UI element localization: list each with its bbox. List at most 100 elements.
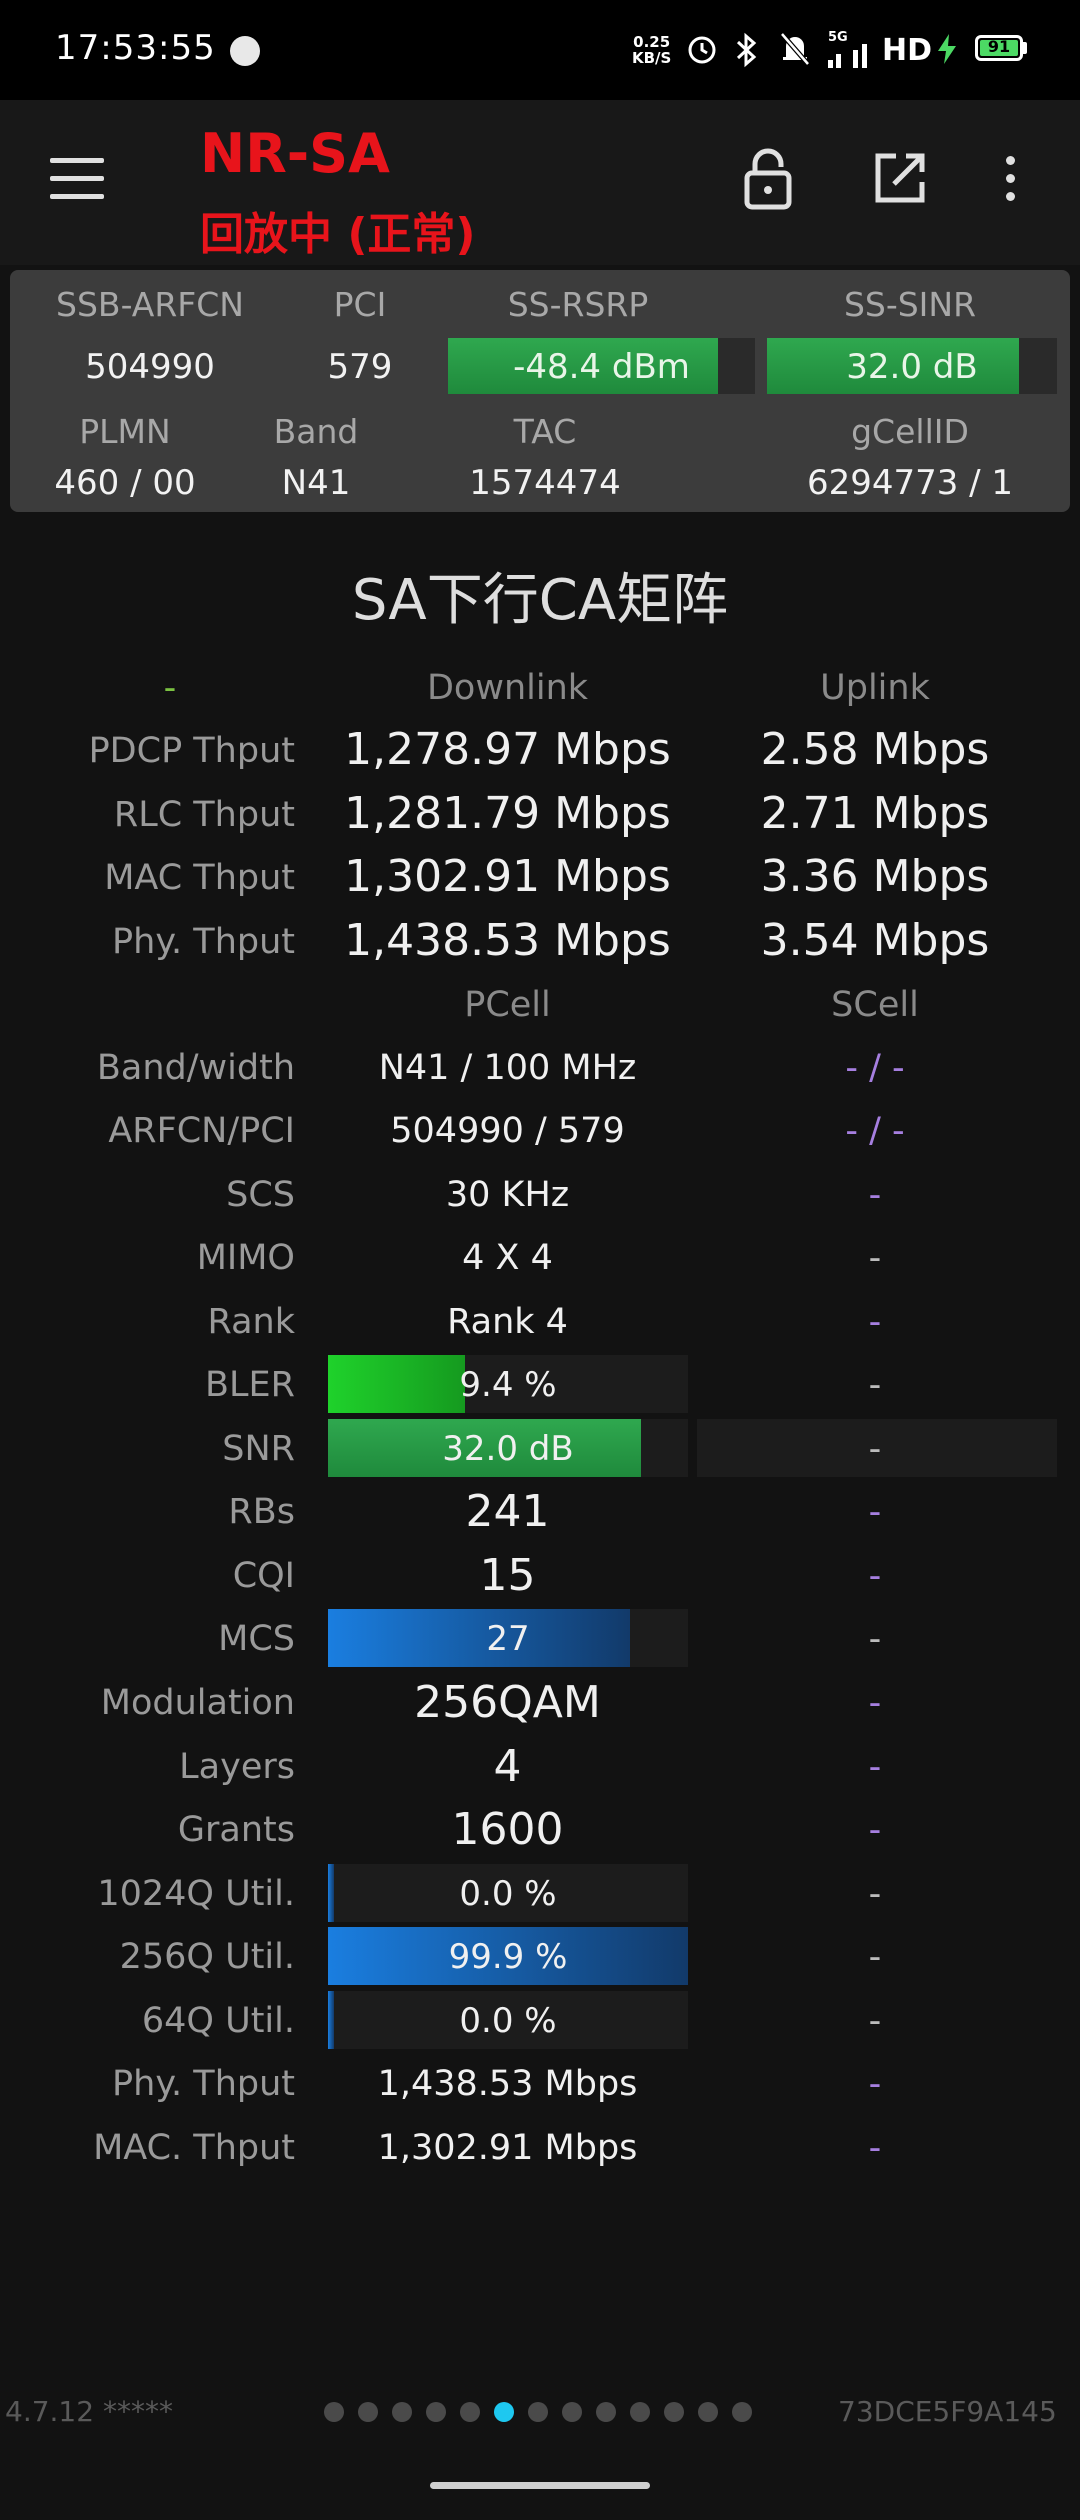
header-pci: PCI (333, 285, 387, 324)
tac-value: 1574474 (469, 463, 621, 503)
q256-label: 256Q Util. (119, 1937, 295, 1977)
scs-pcell: 30 KHz (445, 1175, 570, 1215)
grants-label: Grants (177, 1810, 295, 1850)
page-dot[interactable] (358, 2402, 378, 2422)
snr-pcell: 32.0 dB (442, 1429, 574, 1469)
q1024-bar: 0.0 % (328, 1864, 688, 1922)
alarm-icon (688, 36, 716, 64)
page-dot[interactable] (698, 2402, 718, 2422)
bler-pcell: 9.4 % (459, 1365, 557, 1405)
q64-label: 64Q Util. (141, 2001, 295, 2041)
cqi-scell: - (868, 1556, 882, 1596)
hd-indicator: HD (882, 33, 933, 68)
notification-dot-icon (230, 36, 260, 66)
mac-thput-pcell: 1,302.91 Mbps (377, 2128, 638, 2168)
modulation-pcell: 256QAM (414, 1677, 601, 1728)
header-ss-rsrp: SS-RSRP (507, 285, 649, 324)
mac-thput-scell: - (868, 2128, 882, 2168)
q64-scell: - (868, 2001, 882, 2041)
layers-pcell: 4 (493, 1741, 522, 1792)
snr-scell: - (868, 1429, 882, 1469)
section-title: SA下行CA矩阵 (351, 568, 729, 633)
q256-bar: 99.9 % (328, 1927, 688, 1985)
menu-icon[interactable] (50, 158, 104, 200)
home-indicator[interactable] (430, 2482, 650, 2489)
layers-scell: - (868, 1747, 882, 1787)
battery-tip (1023, 42, 1027, 54)
rank-scell: - (868, 1302, 882, 1342)
page-dot[interactable] (426, 2402, 446, 2422)
phy-thput-label: Phy. Thput (112, 922, 295, 962)
lock-icon[interactable] (740, 145, 796, 213)
app-version: 4.7.12 ***** (5, 2395, 173, 2428)
pci-value: 579 (327, 347, 393, 387)
rsrp-value: -48.4 dBm (513, 347, 690, 387)
mimo-scell: - (868, 1238, 882, 1278)
bler-bar: 9.4 % (328, 1355, 688, 1413)
network-speed: 0.25 KB/S (632, 33, 672, 67)
pdcp-thput-label: PDCP Thput (88, 731, 295, 771)
rbs-label: RBs (228, 1492, 295, 1532)
mcs-bar: 27 (328, 1609, 688, 1667)
grants-scell: - (868, 1810, 882, 1850)
band-width-scell: - / - (845, 1048, 905, 1088)
page-dot[interactable] (562, 2402, 582, 2422)
page-dot[interactable] (528, 2402, 548, 2422)
page-dot[interactable] (324, 2402, 344, 2422)
modulation-scell: - (868, 1683, 882, 1723)
header-gcellid: gCellID (851, 412, 969, 451)
q1024-label: 1024Q Util. (97, 1874, 295, 1914)
charging-icon (938, 34, 956, 64)
phy-thput-cell-label: Phy. Thput (112, 2064, 295, 2104)
pdcp-thput-dl: 1,278.97 Mbps (344, 724, 671, 775)
column-uplink: Uplink (820, 668, 930, 708)
column-pcell: PCell (464, 985, 551, 1025)
q64-bar: 0.0 % (328, 1991, 688, 2049)
arfcn-pci-label: ARFCN/PCI (108, 1111, 295, 1151)
scs-scell: - (868, 1175, 882, 1215)
page-dot[interactable] (630, 2402, 650, 2422)
phy-thput-ul: 3.54 Mbps (760, 915, 990, 966)
battery-icon: 91 (975, 35, 1023, 61)
app-subtitle: 回放中 (正常) (200, 209, 476, 260)
column-downlink: Downlink (426, 668, 589, 708)
phy-thput-scell: - (868, 2064, 882, 2104)
mcs-pcell: 27 (486, 1619, 530, 1659)
rlc-thput-label: RLC Thput (113, 795, 295, 835)
page-dot[interactable] (664, 2402, 684, 2422)
layers-label: Layers (179, 1747, 295, 1787)
mac-thput-label: MAC Thput (104, 858, 295, 898)
header-tac: TAC (513, 412, 577, 451)
gcellid-value: 6294773 / 1 (806, 463, 1014, 503)
more-vert-icon[interactable] (1006, 156, 1015, 210)
column-marker: - (163, 668, 177, 708)
arfcn-pci-scell: - / - (845, 1111, 905, 1151)
ssb-arfcn-value: 504990 (85, 347, 215, 387)
phy-thput-pcell: 1,438.53 Mbps (377, 2064, 638, 2104)
rlc-thput-dl: 1,281.79 Mbps (344, 788, 671, 839)
page-dot[interactable] (392, 2402, 412, 2422)
page-dot[interactable] (596, 2402, 616, 2422)
phy-thput-dl: 1,438.53 Mbps (344, 915, 671, 966)
device-id: 73DCE5F9A145 (838, 2395, 1057, 2428)
scs-label: SCS (226, 1175, 295, 1215)
rlc-thput-ul: 2.71 Mbps (760, 788, 990, 839)
page-dot[interactable] (732, 2402, 752, 2422)
bluetooth-icon (736, 32, 757, 68)
snr-label: SNR (222, 1429, 295, 1469)
share-icon[interactable] (872, 150, 928, 206)
page-dot[interactable] (460, 2402, 480, 2422)
page-dot-active[interactable] (494, 2402, 514, 2422)
mimo-pcell: 4 X 4 (462, 1238, 553, 1278)
header-ss-sinr: SS-SINR (843, 285, 977, 324)
header-plmn: PLMN (79, 412, 171, 451)
rbs-pcell: 241 (465, 1486, 550, 1537)
q1024-pcell: 0.0 % (459, 1874, 557, 1914)
snr-bar: 32.0 dB (328, 1419, 688, 1477)
sinr-value: 32.0 dB (846, 347, 978, 387)
sinr-meter: 32.0 dB (767, 338, 1057, 394)
header-band: Band (273, 412, 359, 451)
q256-scell: - (868, 1937, 882, 1977)
rank-label: Rank (207, 1302, 295, 1342)
q64-pcell: 0.0 % (459, 2001, 557, 2041)
